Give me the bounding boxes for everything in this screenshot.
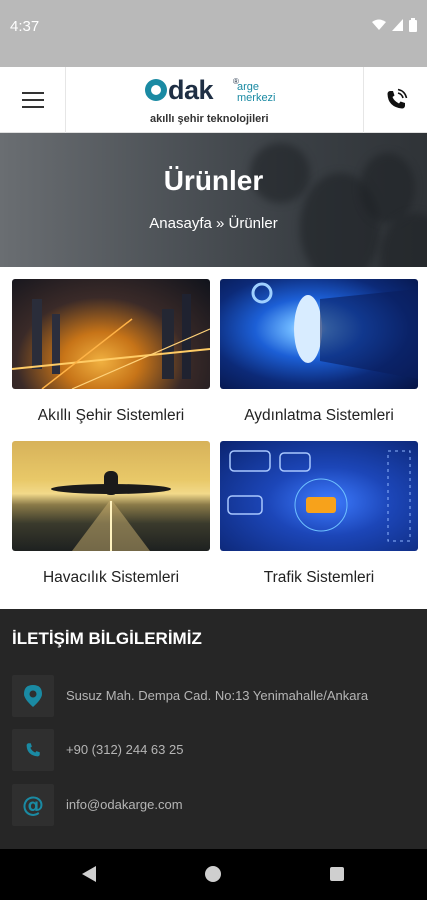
- signal-icon: [392, 19, 403, 31]
- contact-phone[interactable]: +90 (312) 244 63 25: [12, 729, 412, 771]
- status-time: 4:37: [10, 18, 40, 35]
- battery-icon: [409, 18, 417, 32]
- phone-text: +90 (312) 244 63 25: [66, 742, 184, 757]
- logo-tagline: akıllı şehir teknolojileri: [150, 113, 269, 125]
- contact-email[interactable]: @ info@odakarge.com: [12, 784, 412, 826]
- email-text: info@odakarge.com: [66, 797, 183, 812]
- breadcrumb[interactable]: Anasayfa » Ürünler: [0, 215, 427, 232]
- status-icons: [372, 18, 417, 32]
- logo-wordmark: dak: [145, 75, 214, 106]
- product-card-aviation[interactable]: Havacılık Sistemleri: [12, 441, 210, 586]
- product-title: Havacılık Sistemleri: [42, 569, 180, 586]
- wifi-icon: [372, 19, 386, 30]
- status-bar: 4:37: [0, 0, 427, 67]
- contact-address[interactable]: Susuz Mah. Dempa Cad. No:13 Yenimahalle/…: [12, 675, 412, 717]
- system-nav-bar: [0, 849, 427, 900]
- product-title: Aydınlatma Sistemleri: [244, 407, 394, 424]
- logo-o-icon: [145, 79, 167, 101]
- logo-arge: arge: [237, 81, 260, 93]
- product-image-aviation: [12, 441, 210, 551]
- at-sign-icon: @: [12, 784, 54, 826]
- site-logo[interactable]: dak ® arge merkezi akıllı şehir teknoloj…: [145, 75, 295, 129]
- city-skyline-graphic: [12, 294, 210, 389]
- airplane-graphic: [51, 471, 171, 551]
- home-icon[interactable]: [205, 866, 221, 882]
- product-image-traffic: [220, 441, 418, 551]
- phone-icon: [387, 88, 407, 109]
- logo-merkezi: merkezi: [237, 92, 276, 104]
- phone-icon: [12, 729, 54, 771]
- location-pin-icon: [12, 675, 54, 717]
- product-image-smart-city: [12, 279, 210, 389]
- app-header: dak ® arge merkezi akıllı şehir teknoloj…: [0, 67, 427, 133]
- page-title: Ürünler: [163, 165, 264, 196]
- led-lamp-graphic: [251, 282, 418, 379]
- product-card-smart-city[interactable]: Akıllı Şehir Sistemleri: [12, 279, 210, 424]
- menu-icon: [21, 92, 44, 94]
- contact-title: İLETİŞİM BİLGİLERİMİZ: [12, 629, 202, 648]
- product-title: Trafik Sistemleri: [263, 569, 375, 586]
- page-hero: Ürünler Anasayfa » Ürünler: [0, 133, 427, 267]
- menu-button[interactable]: [0, 67, 66, 133]
- contact-section: İLETİŞİM BİLGİLERİMİZ Susuz Mah. Dempa C…: [0, 609, 427, 849]
- call-button[interactable]: [363, 67, 427, 133]
- recent-apps-icon[interactable]: [330, 867, 344, 881]
- product-card-traffic[interactable]: Trafik Sistemleri: [220, 441, 418, 586]
- back-icon[interactable]: [82, 866, 96, 882]
- product-title: Akıllı Şehir Sistemleri: [37, 407, 185, 424]
- traffic-graphic: [227, 450, 411, 542]
- products-grid: Akıllı Şehir Sistemleri Aydınlatma Siste…: [0, 267, 427, 609]
- logo-brand: dak: [168, 75, 214, 105]
- product-card-lighting[interactable]: Aydınlatma Sistemleri: [220, 279, 418, 424]
- product-image-lighting: [220, 279, 418, 389]
- address-text: Susuz Mah. Dempa Cad. No:13 Yenimahalle/…: [66, 688, 369, 703]
